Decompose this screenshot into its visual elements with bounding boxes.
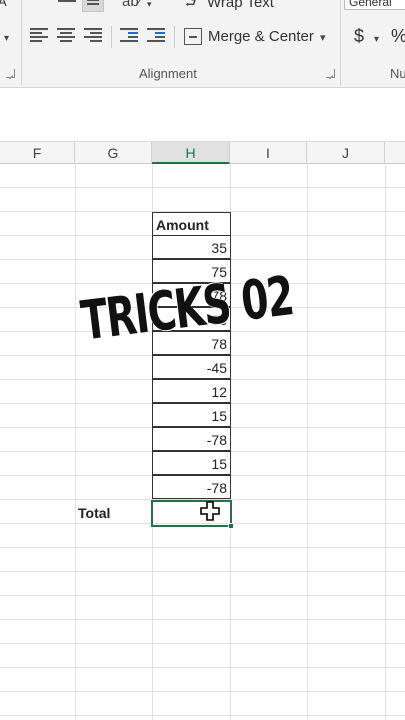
number-format-select[interactable]: General (344, 0, 405, 10)
middle-align-icon[interactable] (82, 0, 104, 12)
merge-center-icon[interactable] (184, 28, 202, 45)
percent-icon[interactable]: % (391, 26, 405, 47)
merge-center-button[interactable]: Merge & Center (208, 28, 314, 45)
column-header-f[interactable]: F (0, 142, 75, 164)
align-left-icon[interactable] (30, 28, 48, 44)
decrease-indent-icon[interactable] (120, 28, 138, 44)
alignment-group-label: Alignment (139, 66, 197, 81)
align-right-icon[interactable] (84, 28, 102, 44)
amount-cell[interactable]: -78 (152, 475, 231, 499)
worksheet-grid[interactable]: Amount 35 75 -78 85 78 -45 12 15 -78 15 … (0, 164, 405, 720)
column-header-g[interactable]: G (75, 142, 152, 164)
currency-dropdown-icon[interactable]: ▾ (374, 32, 379, 48)
column-header-h[interactable]: H (152, 142, 230, 164)
dropdown-arrow-icon[interactable]: ▾ (4, 31, 9, 47)
ribbon: A ▾ ab⁄ ▾ ⮐ Wrap Text Merge & Center ▾ A… (0, 0, 405, 88)
amount-cell[interactable]: 35 (152, 235, 231, 259)
alignment-dialog-launcher-icon[interactable] (326, 69, 335, 78)
fill-handle[interactable] (228, 523, 234, 529)
column-header-k-partial[interactable] (385, 142, 405, 164)
number-group-label: Nu (390, 66, 405, 81)
amount-cell[interactable]: 15 (152, 403, 231, 427)
amount-cell[interactable]: 12 (152, 379, 231, 403)
orientation-dropdown-icon[interactable]: ▾ (147, 0, 152, 12)
column-header-i[interactable]: I (230, 142, 307, 164)
font-group-fragment: A (0, 0, 7, 9)
cell-select-cursor-icon (200, 501, 220, 521)
font-dialog-launcher-icon[interactable] (6, 69, 15, 78)
column-header-j[interactable]: J (307, 142, 385, 164)
merge-dropdown-icon[interactable]: ▾ (320, 30, 326, 46)
column-header-row: F G H I J (0, 141, 405, 164)
amount-header-cell[interactable]: Amount (152, 212, 231, 236)
align-center-icon[interactable] (57, 28, 75, 44)
currency-icon[interactable]: $ (354, 26, 364, 47)
formula-bar-area (0, 88, 405, 142)
orientation-icon[interactable]: ab⁄ (122, 0, 141, 10)
total-label-cell[interactable]: Total (76, 501, 152, 525)
increase-indent-icon[interactable] (147, 28, 165, 44)
amount-cell[interactable]: 15 (152, 451, 231, 475)
top-align-icon[interactable] (58, 0, 76, 2)
wrap-text-icon[interactable]: ⮐ (185, 0, 197, 11)
wrap-text-button[interactable]: Wrap Text (207, 0, 274, 11)
amount-cell[interactable]: -78 (152, 427, 231, 451)
